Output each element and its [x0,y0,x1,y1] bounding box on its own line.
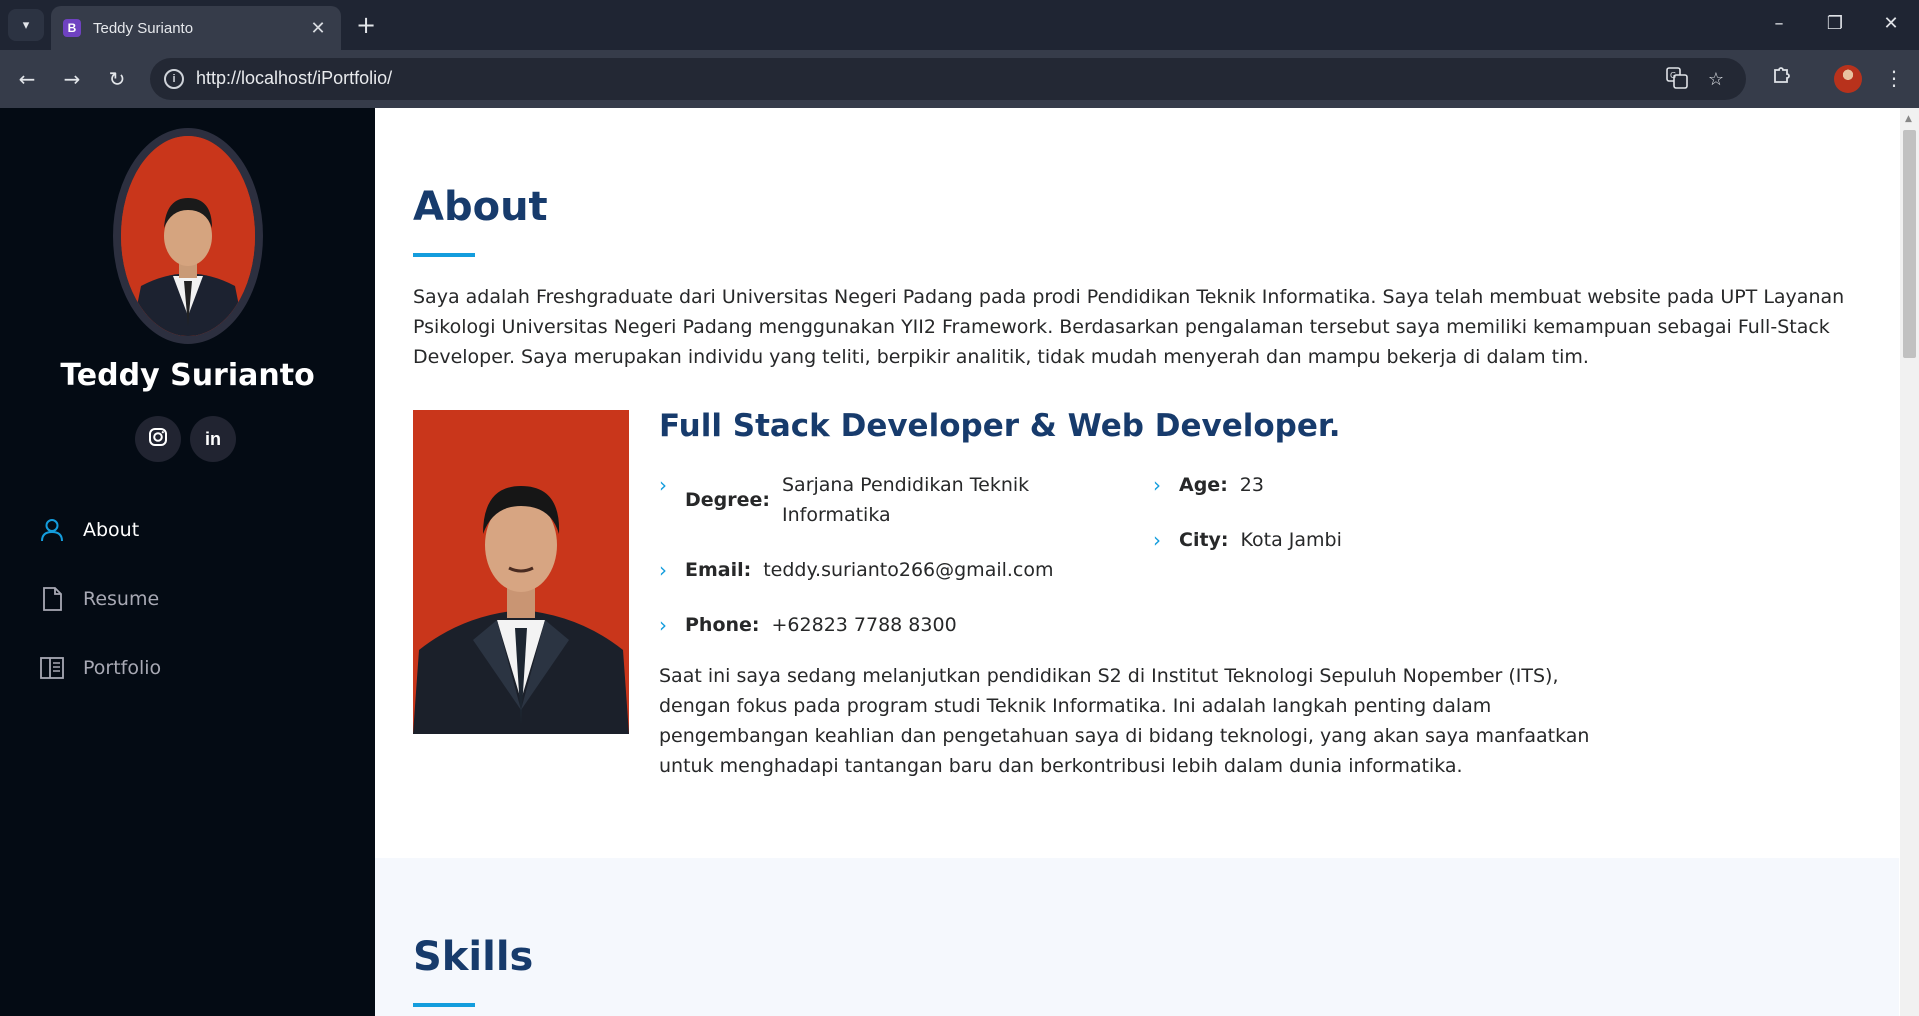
nav-item-portfolio[interactable]: Portfolio [38,648,338,688]
browser-tab[interactable]: B Teddy Surianto ✕ [51,6,341,50]
forward-button[interactable]: → [57,64,87,94]
info-phone: › Phone: +62823 7788 8300 [659,610,957,640]
city-label: City: [1179,529,1229,551]
degree-label: Degree: [685,489,770,511]
about-photo [413,410,629,734]
info-email: › Email: teddy.surianto266@gmail.com [659,555,1054,585]
info-degree: › Degree: Sarjana Pendidikan Teknik Info… [659,470,1109,530]
phone-value: +62823 7788 8300 [771,614,957,636]
site-info-icon[interactable]: i [164,69,184,89]
chevron-right-icon: › [659,558,667,582]
degree-value: Sarjana Pendidikan Teknik Informatika [782,474,1030,526]
nav-item-resume[interactable]: Resume [38,579,338,619]
about-title: About [413,184,548,230]
tab-title: Teddy Surianto [93,19,194,37]
person-icon [38,516,66,544]
phone-label: Phone: [685,614,760,636]
linkedin-button[interactable]: in [190,416,236,462]
close-tab-icon[interactable]: ✕ [307,18,329,39]
chevron-right-icon: › [1153,473,1161,497]
page-scrollbar[interactable]: ▲ [1900,108,1919,1016]
instagram-icon [148,427,168,452]
restore-window-button[interactable]: ❐ [1818,9,1852,39]
scroll-up-arrow-icon[interactable]: ▲ [1905,114,1912,124]
url-text[interactable]: http://localhost/iPortfolio/ [196,68,392,89]
info-city: › City: Kota Jambi [1153,525,1342,555]
tab-search-button[interactable]: ▾ [8,9,44,41]
bookmark-star-icon[interactable]: ☆ [1703,67,1729,93]
instagram-button[interactable] [135,416,181,462]
profile-photo [113,128,263,344]
chevron-right-icon: › [659,613,667,637]
profile-name: Teddy Surianto [60,358,315,393]
browser-tab-bar: ▾ B Teddy Surianto ✕ + – ❐ ✕ [0,0,1919,50]
linkedin-icon: in [205,428,221,449]
chevron-down-icon: ▾ [22,17,30,33]
minimize-window-button[interactable]: – [1762,9,1796,39]
skills-section: Skills [375,858,1899,1016]
scroll-thumb[interactable] [1903,130,1916,358]
skills-title: Skills [413,934,534,980]
chevron-right-icon: › [659,473,667,497]
nav-label-about: About [83,519,140,541]
profile-avatar[interactable] [1834,65,1862,93]
skills-title-underline [413,1003,475,1007]
role-title: Full Stack Developer & Web Developer. [659,408,1341,444]
nav-label-resume: Resume [83,588,160,610]
browser-toolbar: ← → ↻ i http://localhost/iPortfolio/ G ☆… [0,50,1919,108]
about-title-underline [413,253,475,257]
main-content: About Saya adalah Freshgraduate dari Uni… [375,108,1899,1016]
city-value: Kota Jambi [1240,529,1342,551]
email-label: Email: [685,559,752,581]
file-icon [38,585,66,613]
close-window-button[interactable]: ✕ [1874,9,1908,39]
chevron-right-icon: › [1153,528,1161,552]
about-intro: Saya adalah Freshgraduate dari Universit… [413,286,1845,368]
age-value: 23 [1239,474,1264,496]
extensions-icon[interactable] [1768,64,1796,92]
sidebar: Teddy Surianto in About Resume Portfolio [0,108,375,1016]
svg-text:G: G [1670,71,1676,80]
back-button[interactable]: ← [12,64,42,94]
new-tab-button[interactable]: + [352,11,380,39]
book-icon [38,654,66,682]
about-extra: Saat ini saya sedang melanjutkan pendidi… [659,665,1590,777]
reload-button[interactable]: ↻ [102,64,132,94]
age-label: Age: [1179,474,1228,496]
info-age: › Age: 23 [1153,470,1264,500]
browser-menu-icon[interactable]: ⋮ [1880,64,1908,92]
email-value: teddy.surianto266@gmail.com [763,559,1054,581]
address-bar[interactable]: i http://localhost/iPortfolio/ G ☆ [150,58,1746,100]
translate-icon[interactable]: G [1664,67,1690,93]
nav-item-about[interactable]: About [38,510,338,550]
nav-label-portfolio: Portfolio [83,657,162,679]
favicon-icon: B [63,19,81,37]
